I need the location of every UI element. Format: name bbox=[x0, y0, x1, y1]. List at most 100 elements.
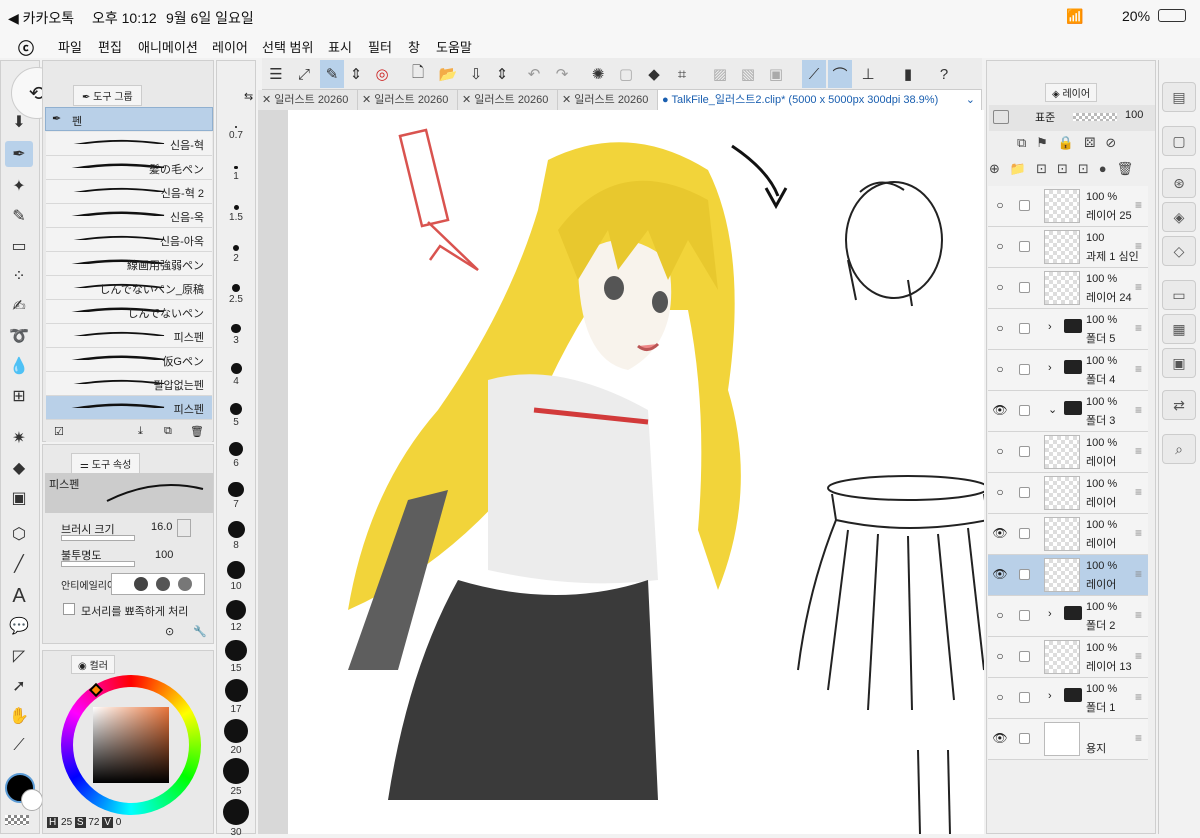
magic-wand-icon[interactable]: ✷ bbox=[5, 425, 33, 451]
layer-checkbox[interactable] bbox=[1019, 282, 1030, 293]
brush-size-label[interactable]: 4 bbox=[218, 376, 254, 387]
open-folder-icon[interactable]: 📂 bbox=[436, 60, 460, 88]
brush-size-dot[interactable] bbox=[230, 363, 242, 374]
brush-size-label[interactable]: 0.7 bbox=[218, 130, 254, 141]
back-to-app[interactable]: ◀ 카카오톡 bbox=[8, 8, 74, 28]
layer-drag-icon[interactable]: ≡ bbox=[1135, 321, 1142, 335]
balloon-icon[interactable]: 💬 bbox=[5, 613, 33, 639]
eye-hidden-icon[interactable]: ○ bbox=[992, 321, 1008, 337]
updown2-icon[interactable]: ⇕ bbox=[490, 60, 514, 88]
layer-drag-icon[interactable]: ≡ bbox=[1135, 690, 1142, 704]
brush-size-label[interactable]: 17 bbox=[218, 704, 254, 715]
tool-group-selected[interactable]: ✒ 펜 bbox=[45, 107, 213, 131]
3d-cube-icon[interactable]: ⬡ bbox=[5, 521, 33, 547]
layer-row[interactable]: ○ 100 % 레이어 ≡ bbox=[988, 473, 1148, 514]
text-tool-icon[interactable]: A bbox=[5, 583, 33, 609]
brush-size-label[interactable]: 5 bbox=[218, 417, 254, 428]
brush-item[interactable]: 신음-옥 bbox=[46, 204, 212, 228]
layer-row[interactable]: ○ › 100 % 폴더 4 ≡ bbox=[988, 350, 1148, 391]
eye-icon[interactable]: 👁 bbox=[992, 403, 1008, 419]
eye-icon[interactable]: 👁 bbox=[992, 567, 1008, 583]
close-icon[interactable]: ✕ bbox=[362, 94, 371, 106]
menu-view[interactable]: 표시 bbox=[328, 37, 352, 56]
tool-settings-icon[interactable]: ☑ bbox=[54, 425, 64, 438]
brush-size-dot[interactable] bbox=[226, 600, 246, 620]
folder-expand-icon[interactable]: › bbox=[1048, 321, 1052, 333]
folder-expand-icon[interactable]: ⌄ bbox=[1048, 403, 1057, 416]
eye-hidden-icon[interactable]: ○ bbox=[992, 239, 1008, 255]
eye-hidden-icon[interactable]: ○ bbox=[992, 608, 1008, 624]
pencil-icon[interactable]: ✎ bbox=[5, 203, 33, 229]
brush-item[interactable]: 신음-혁 2 bbox=[46, 180, 212, 204]
reset-icon[interactable]: ⊙ bbox=[165, 625, 174, 638]
layer-checkbox[interactable] bbox=[1019, 364, 1030, 375]
line-icon[interactable]: ╱ bbox=[5, 551, 33, 577]
layer-row[interactable]: 👁 100 % 레이어 ≡ bbox=[988, 514, 1148, 555]
layer-drag-icon[interactable]: ≡ bbox=[1135, 567, 1142, 581]
close-icon[interactable]: ✕ bbox=[562, 94, 571, 106]
grid-icon[interactable]: ⊞ bbox=[5, 383, 33, 409]
blend-icon[interactable]: 💧 bbox=[5, 353, 33, 379]
layer-row[interactable]: ○ 100 % 레이어 13 ≡ bbox=[988, 637, 1148, 678]
sub-color-swatch[interactable] bbox=[21, 789, 43, 811]
sharpen-checkbox[interactable] bbox=[63, 603, 75, 615]
tab-illust-3[interactable]: ✕ 일러스트 20260 bbox=[458, 90, 558, 110]
layer-drag-icon[interactable]: ≡ bbox=[1135, 198, 1142, 212]
special-ruler-icon[interactable]: ⌒ bbox=[828, 60, 852, 88]
brush-item[interactable]: 피스펜 bbox=[46, 396, 212, 420]
menu-layer[interactable]: 레이어 bbox=[212, 37, 248, 56]
brush-item[interactable]: 신음-혁 bbox=[46, 132, 212, 156]
folder-expand-icon[interactable]: › bbox=[1048, 690, 1052, 702]
brush-size-dot[interactable] bbox=[229, 442, 243, 456]
brush-size-dot[interactable] bbox=[223, 718, 249, 743]
eye-icon[interactable]: 👁 bbox=[992, 526, 1008, 542]
layer-actions-row[interactable]: ⊕📁⊡⊡⊡●🗑 bbox=[989, 161, 1143, 177]
tab-talkfile[interactable]: ● TalkFile_일러스트2.clip* (5000 x 5000px 30… bbox=[658, 90, 982, 110]
brush-item[interactable]: 필압없는펜 bbox=[46, 372, 212, 396]
chevron-down-icon[interactable]: ⌄ bbox=[966, 90, 975, 110]
menu-animation[interactable]: 애니메이션 bbox=[138, 37, 198, 56]
dock-navigator-icon[interactable]: ▤ bbox=[1162, 82, 1196, 112]
brush-size-dot[interactable] bbox=[226, 560, 246, 579]
download-icon[interactable]: ⤓ bbox=[138, 425, 143, 438]
layer-opacity-value[interactable]: 100 bbox=[1125, 109, 1143, 121]
brush-size-dot[interactable] bbox=[225, 639, 247, 661]
eye-hidden-icon[interactable]: ○ bbox=[992, 198, 1008, 214]
brush-size-label[interactable]: 15 bbox=[218, 663, 254, 674]
brush-size-label[interactable]: 8 bbox=[218, 540, 254, 551]
sparkle-icon[interactable]: ✦ bbox=[5, 173, 33, 199]
dock-history-icon[interactable]: ⇄ bbox=[1162, 390, 1196, 420]
brush-item[interactable]: 피스펜 bbox=[46, 324, 212, 348]
dock-preview-icon[interactable]: ▣ bbox=[1162, 348, 1196, 378]
blend-mode[interactable]: 표준 bbox=[1035, 109, 1055, 125]
tab-illust-1[interactable]: ✕ 일러스트 20260 bbox=[258, 90, 358, 110]
brush-icon[interactable]: ✍ bbox=[5, 293, 33, 319]
canvas-area[interactable] bbox=[258, 110, 990, 835]
brush-size-label[interactable]: 1 bbox=[218, 171, 254, 182]
brush-size-label[interactable]: 20 bbox=[218, 745, 254, 756]
eye-hidden-icon[interactable]: ○ bbox=[992, 280, 1008, 296]
eye-hidden-icon[interactable]: ○ bbox=[992, 362, 1008, 378]
layer-tools-row[interactable]: ⧉⚑🔒⚄⊘ bbox=[1017, 135, 1126, 151]
layer-drag-icon[interactable]: ≡ bbox=[1135, 526, 1142, 540]
new-file-icon[interactable]: 🗋 bbox=[406, 60, 430, 88]
copy-icon[interactable]: ⧉ bbox=[164, 425, 172, 438]
brush-item[interactable]: 線画用強弱ペン bbox=[46, 252, 212, 276]
brush-item[interactable]: しんでないペン bbox=[46, 300, 212, 324]
folder-expand-icon[interactable]: › bbox=[1048, 608, 1052, 620]
close-icon[interactable]: ✕ bbox=[262, 94, 271, 106]
brush-size-value[interactable]: 16.0 bbox=[151, 521, 172, 533]
brush-size-slider[interactable] bbox=[61, 535, 135, 541]
brush-size-dot[interactable] bbox=[228, 481, 244, 497]
brush-size-label[interactable]: 1.5 bbox=[218, 212, 254, 223]
layer-row[interactable]: ○ 100 % 레이어 ≡ bbox=[988, 432, 1148, 473]
close-icon[interactable]: ✕ bbox=[462, 94, 471, 106]
transform-icon[interactable]: ⌗ bbox=[670, 60, 694, 88]
aa-option-2[interactable] bbox=[156, 577, 170, 591]
brush-size-label[interactable]: 6 bbox=[218, 458, 254, 469]
brush-size-dot[interactable] bbox=[224, 679, 248, 702]
eye-hidden-icon[interactable]: ○ bbox=[992, 690, 1008, 706]
deselect-icon[interactable]: ▨ bbox=[708, 60, 732, 88]
layer-drag-icon[interactable]: ≡ bbox=[1135, 362, 1142, 376]
fit-icon[interactable]: ⤢ bbox=[292, 60, 316, 88]
